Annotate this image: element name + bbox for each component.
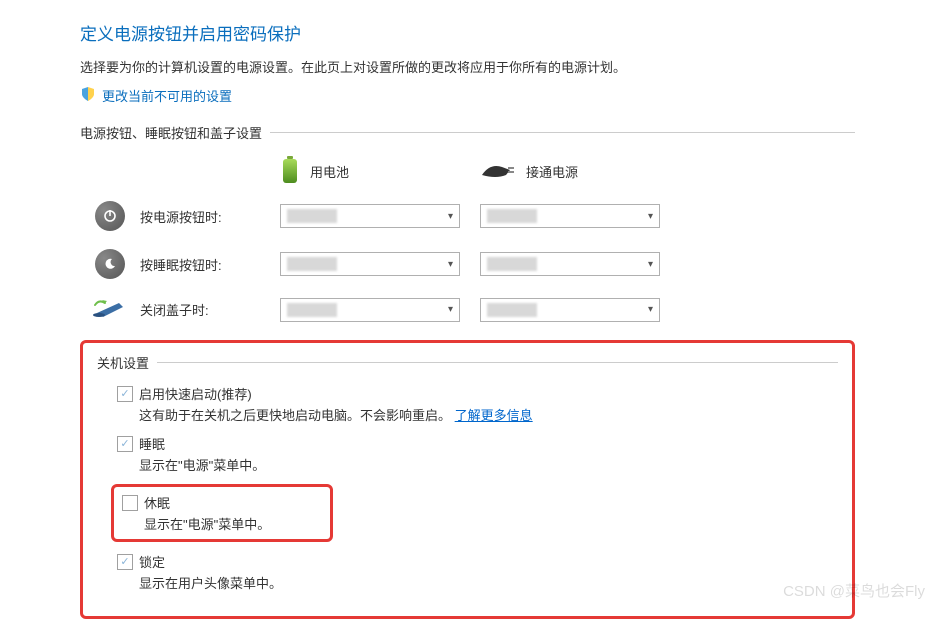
lock-option-label: 锁定 xyxy=(139,552,165,571)
lid-close-battery-dropdown[interactable]: ▾ xyxy=(280,298,460,322)
chevron-down-icon: ▾ xyxy=(648,304,653,315)
fast-startup-checkbox[interactable] xyxy=(117,386,133,402)
divider xyxy=(270,132,855,133)
shutdown-section-header: 关机设置 xyxy=(97,353,838,372)
power-buttons-section-title: 电源按钮、睡眠按钮和盖子设置 xyxy=(80,123,262,142)
shutdown-section-title: 关机设置 xyxy=(97,353,149,372)
hibernate-option: 休眠 显示在"电源"菜单中。 xyxy=(122,493,322,533)
hibernate-highlight: 休眠 显示在"电源"菜单中。 xyxy=(111,484,333,542)
column-plugged-label: 接通电源 xyxy=(526,162,578,181)
sleep-option: 睡眠 显示在"电源"菜单中。 xyxy=(117,434,838,474)
page-title: 定义电源按钮并启用密码保护 xyxy=(80,20,855,45)
chevron-down-icon: ▾ xyxy=(448,304,453,315)
sleep-button-battery-dropdown[interactable]: ▾ xyxy=(280,252,460,276)
lid-close-row: 关闭盖子时: ▾ ▾ xyxy=(80,297,855,322)
hibernate-checkbox[interactable] xyxy=(122,495,138,511)
hibernate-option-label: 休眠 xyxy=(144,493,170,512)
shutdown-settings-highlight: 关机设置 启用快速启动(推荐) 这有助于在关机之后更快地启动电脑。不会影响重启。… xyxy=(80,340,855,619)
power-button-battery-dropdown[interactable]: ▾ xyxy=(280,204,460,228)
power-button-row: 按电源按钮时: ▾ ▾ xyxy=(80,201,855,231)
plug-icon xyxy=(480,161,516,182)
chevron-down-icon: ▾ xyxy=(448,259,453,270)
column-battery-label: 用电池 xyxy=(310,162,349,181)
divider xyxy=(157,362,838,363)
change-unavailable-settings-link[interactable]: 更改当前不可用的设置 xyxy=(102,86,232,105)
column-headers: 用电池 接通电源 xyxy=(80,156,855,187)
sleep-button-row: 按睡眠按钮时: ▾ ▾ xyxy=(80,249,855,279)
power-buttons-section-header: 电源按钮、睡眠按钮和盖子设置 xyxy=(80,123,855,142)
lock-option: 锁定 显示在用户头像菜单中。 xyxy=(117,552,838,592)
chevron-down-icon: ▾ xyxy=(648,259,653,270)
laptop-lid-icon xyxy=(93,297,127,322)
chevron-down-icon: ▾ xyxy=(648,211,653,222)
hibernate-option-desc: 显示在"电源"菜单中。 xyxy=(144,514,322,533)
sleep-option-desc: 显示在"电源"菜单中。 xyxy=(139,455,838,474)
fast-startup-option: 启用快速启动(推荐) 这有助于在关机之后更快地启动电脑。不会影响重启。 了解更多… xyxy=(117,384,838,424)
power-button-plugged-dropdown[interactable]: ▾ xyxy=(480,204,660,228)
learn-more-link[interactable]: 了解更多信息 xyxy=(455,408,533,423)
sleep-option-label: 睡眠 xyxy=(139,434,165,453)
chevron-down-icon: ▾ xyxy=(448,211,453,222)
power-button-label: 按电源按钮时: xyxy=(140,207,280,226)
sleep-button-label: 按睡眠按钮时: xyxy=(140,255,280,274)
lock-option-desc: 显示在用户头像菜单中。 xyxy=(139,573,838,592)
admin-link-row: 更改当前不可用的设置 xyxy=(80,86,855,105)
battery-icon xyxy=(280,156,300,187)
sleep-icon xyxy=(95,249,125,279)
lid-close-plugged-dropdown[interactable]: ▾ xyxy=(480,298,660,322)
lock-checkbox[interactable] xyxy=(117,554,133,570)
power-icon xyxy=(95,201,125,231)
sleep-checkbox[interactable] xyxy=(117,436,133,452)
lid-close-label: 关闭盖子时: xyxy=(140,300,280,319)
shield-icon xyxy=(80,86,96,105)
fast-startup-desc: 这有助于在关机之后更快地启动电脑。不会影响重启。 xyxy=(139,408,451,423)
page-description: 选择要为你的计算机设置的电源设置。在此页上对设置所做的更改将应用于你所有的电源计… xyxy=(80,57,855,76)
sleep-button-plugged-dropdown[interactable]: ▾ xyxy=(480,252,660,276)
fast-startup-label: 启用快速启动(推荐) xyxy=(139,384,252,403)
